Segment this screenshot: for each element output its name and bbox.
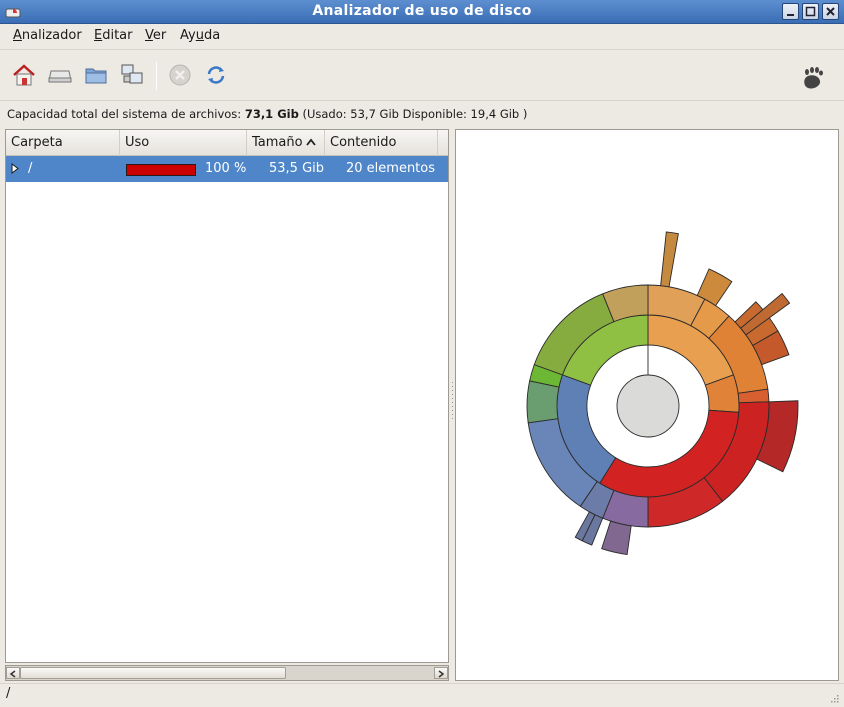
scan-folder-button[interactable]	[83, 62, 109, 88]
column-header-size[interactable]: Tamaño	[247, 130, 325, 156]
column-header-contents[interactable]: Contenido	[325, 130, 438, 156]
ring-center[interactable]	[616, 374, 680, 438]
scan-remote-button[interactable]	[119, 62, 145, 88]
maximize-icon	[805, 6, 816, 17]
arrow-right-icon	[438, 670, 445, 678]
ring-chart-pane[interactable]	[455, 129, 839, 681]
column-header-usage[interactable]: Uso	[120, 130, 247, 156]
scan-home-button[interactable]	[11, 62, 37, 88]
pane-resize-grip[interactable]	[451, 380, 454, 425]
status-bar: /	[0, 683, 844, 707]
folder-contents: 20 elementos	[346, 161, 436, 176]
gnome-foot-icon	[804, 67, 823, 89]
horizontal-scrollbar[interactable]	[5, 665, 449, 681]
network-icon	[121, 64, 143, 84]
ring-segment[interactable]	[660, 231, 679, 288]
window-title: Analizador de uso de disco	[312, 3, 532, 19]
sort-ascending-icon	[305, 138, 316, 146]
ring-segment[interactable]	[601, 520, 632, 556]
folder-size: 53,5 Gib	[269, 161, 325, 176]
scan-filesystem-button[interactable]	[47, 62, 73, 88]
menu-bar: Analizador Editar Ver Ayuda	[0, 24, 844, 48]
menu-editar[interactable]: Editar	[94, 28, 133, 43]
capacity-label: Capacidad total del sistema de archivos:…	[7, 107, 528, 121]
ring-segment[interactable]	[526, 380, 560, 424]
menu-ver[interactable]: Ver	[145, 28, 166, 43]
folder-icon	[85, 68, 107, 84]
tree-header: Carpeta Uso Tamaño Contenido	[6, 130, 448, 156]
ring-chart[interactable]	[456, 130, 840, 682]
resize-grip-icon[interactable]	[828, 692, 840, 704]
home-icon	[13, 64, 35, 86]
minimize-button[interactable]	[782, 3, 799, 20]
expander-arrow-icon[interactable]	[11, 163, 19, 174]
menu-ayuda[interactable]: Ayuda	[180, 28, 220, 43]
refresh-button[interactable]	[203, 62, 229, 88]
table-row[interactable]: / 100 % 53,5 Gib 20 elementos	[6, 156, 448, 182]
status-text: /	[6, 686, 11, 701]
minimize-icon	[787, 14, 794, 16]
gnome-foot-logo	[800, 64, 826, 90]
close-icon	[826, 7, 835, 16]
toolbar	[0, 49, 844, 101]
stop-button[interactable]	[167, 62, 193, 88]
scroll-right-button[interactable]	[434, 667, 448, 679]
title-bar: Analizador de uso de disco	[0, 0, 844, 24]
refresh-icon	[207, 66, 225, 84]
arrow-left-icon	[9, 670, 16, 678]
scroll-left-button[interactable]	[6, 667, 20, 679]
folder-tree[interactable]: Carpeta Uso Tamaño Contenido / 100 % 53,…	[5, 129, 449, 663]
close-button[interactable]	[822, 3, 839, 20]
drive-icon	[48, 70, 72, 83]
maximize-button[interactable]	[802, 3, 819, 20]
column-header-folder[interactable]: Carpeta	[6, 130, 120, 156]
toolbar-separator	[156, 62, 157, 90]
scrollbar-thumb[interactable]	[20, 667, 286, 679]
usage-percent: 100 %	[205, 161, 247, 176]
stop-icon	[169, 64, 191, 86]
menu-analizador[interactable]: Analizador	[13, 28, 82, 43]
folder-name: /	[28, 161, 33, 176]
usage-bar	[126, 164, 196, 176]
